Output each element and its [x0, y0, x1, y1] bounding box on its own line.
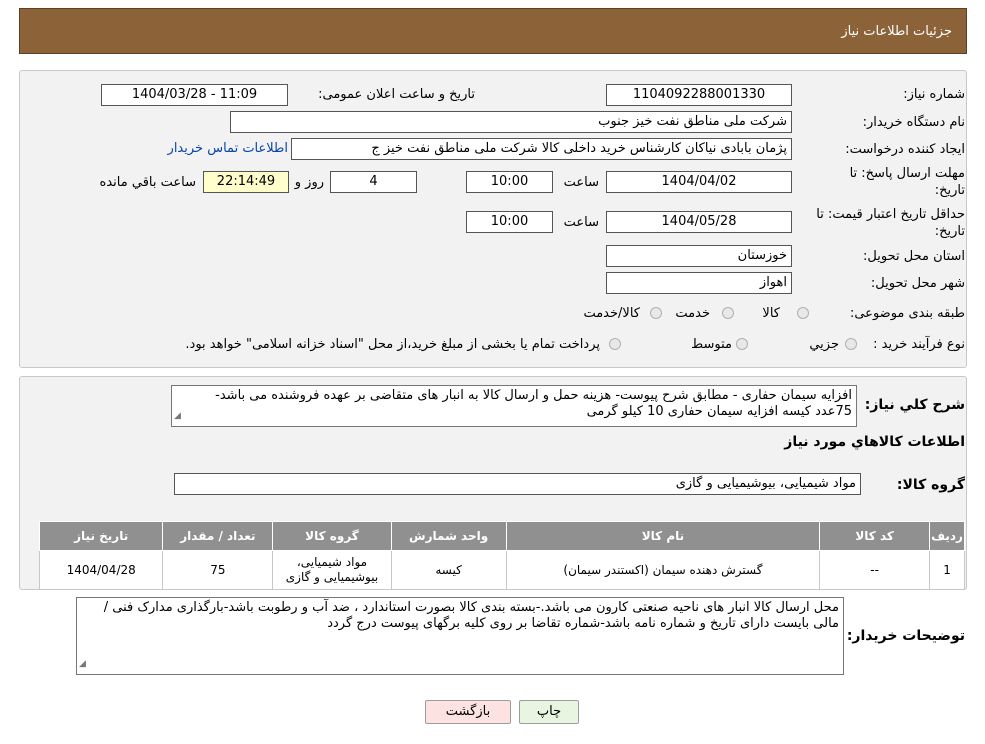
category-option-goods: کالا — [762, 306, 780, 321]
buyer-org-field: شرکت ملی مناطق نفت خیز جنوب — [230, 111, 792, 133]
resize-grip-icon[interactable]: ◢ — [174, 408, 181, 424]
cell-row-number: 1 — [929, 550, 965, 590]
col-header-item-code: کد کالا — [819, 521, 931, 551]
process-radio-minor[interactable] — [845, 338, 857, 350]
validity-date-field: 1404/05/28 — [606, 211, 792, 233]
category-radio-goods[interactable] — [797, 307, 809, 319]
category-radio-service[interactable] — [722, 307, 734, 319]
table-header-row: ردیف کد کالا نام کالا واحد شمارش گروه کا… — [38, 521, 965, 551]
province-field: خوزستان — [606, 245, 792, 267]
reply-time-field: 10:00 — [466, 171, 553, 193]
col-header-item-name: نام کالا — [505, 521, 821, 551]
process-option-medium: متوسط — [691, 337, 732, 352]
cell-need-date: 1404/04/28 — [38, 550, 164, 590]
process-option-minor: جزیي — [809, 337, 839, 352]
goods-group-label: گروه کالا: — [896, 477, 965, 493]
category-option-service: خدمت — [675, 306, 710, 321]
col-header-quantity: تعداد / مقدار — [162, 521, 274, 551]
creator-field: پژمان بابادی نیاکان کارشناس خرید داخلی ک… — [291, 138, 792, 160]
col-header-need-date: تاریخ نیاز — [38, 521, 164, 551]
announce-label: تاریخ و ساعت اعلان عمومی: — [318, 87, 475, 102]
cell-quantity: 75 — [162, 550, 274, 590]
col-header-unit: واحد شمارش — [390, 521, 507, 551]
table-row: 1 -- گسترش دهنده سیمان (اکستندر سیمان) ک… — [38, 550, 965, 590]
reply-date-field: 1404/04/02 — [606, 171, 792, 193]
need-number-label: شماره نیاز: — [903, 87, 965, 102]
validity-label: حداقل تاریخ اعتبار قیمت: تا — [816, 207, 965, 222]
days-label: روز و — [294, 175, 324, 190]
announce-datetime-field: 1404/03/28 - 11:09 — [101, 84, 288, 106]
category-radio-goods-service[interactable] — [650, 307, 662, 319]
buyer-notes-textarea: محل ارسال کالا انبار های ناحیه صنعتی کار… — [76, 597, 844, 675]
days-remaining-field: 4 — [330, 171, 417, 193]
need-number-field: 1104092288001330 — [606, 84, 792, 106]
validity-time-field: 10:00 — [466, 211, 553, 233]
goods-section-title: اطلاعات کالاهاي مورد نياز — [784, 434, 965, 450]
reply-deadline-label: مهلت ارسال پاسخ: تا — [849, 166, 965, 181]
validity-time-label: ساعت — [563, 215, 599, 230]
buyer-notes-text: محل ارسال کالا انبار های ناحیه صنعتی کار… — [103, 600, 839, 631]
goods-group-field: مواد شیمیایی، بیوشیمیایی و گازی — [174, 473, 861, 495]
creator-label: ایجاد کننده درخواست: — [845, 142, 965, 157]
category-label: طبقه بندی موضوعی: — [849, 306, 965, 321]
resize-grip-icon[interactable]: ◢ — [79, 656, 86, 672]
page-header: جزئیات اطلاعات نیاز — [19, 8, 967, 54]
process-radio-medium[interactable] — [736, 338, 748, 350]
category-option-goods-service: کالا/خدمت — [583, 306, 640, 321]
cell-item-group: مواد شیمیایی، بیوشیمیایی و گازی — [272, 550, 392, 590]
validity-label-2: تاریخ: — [934, 224, 965, 239]
print-button[interactable]: چاپ — [519, 700, 579, 724]
buyer-notes-label: توضیحات خریدار: — [846, 628, 965, 644]
description-textarea: افزایه سیمان حفاری - مطابق شرح پیوست- هز… — [171, 385, 857, 427]
reply-deadline-label-2: تاریخ: — [934, 183, 965, 198]
buyer-org-label: نام دستگاه خریدار: — [862, 115, 965, 130]
province-label: استان محل تحویل: — [863, 249, 965, 264]
buyer-contact-link[interactable]: اطلاعات تماس خریدار — [168, 141, 288, 156]
col-header-row-number: ردیف — [929, 521, 965, 551]
process-note: پرداخت تمام یا بخشی از مبلغ خرید،از محل … — [185, 337, 600, 352]
description-label: شرح کلي نياز: — [864, 397, 965, 413]
cell-unit: کیسه — [390, 550, 507, 590]
back-button[interactable]: بازگشت — [425, 700, 511, 724]
cell-item-name: گسترش دهنده سیمان (اکستندر سیمان) — [505, 550, 821, 590]
goods-table: ردیف کد کالا نام کالا واحد شمارش گروه کا… — [38, 521, 965, 590]
remaining-time-field: 22:14:49 — [203, 171, 289, 193]
page-title: جزئیات اطلاعات نیاز — [841, 24, 952, 39]
process-radio-treasury[interactable] — [609, 338, 621, 350]
reply-time-label: ساعت — [563, 175, 599, 190]
col-header-item-group: گروه کالا — [272, 521, 392, 551]
remaining-time-label: ساعت باقي مانده — [99, 175, 196, 190]
description-text: افزایه سیمان حفاری - مطابق شرح پیوست- هز… — [215, 388, 852, 419]
city-field: اهواز — [606, 272, 792, 294]
city-label: شهر محل تحویل: — [870, 276, 965, 291]
cell-item-code: -- — [819, 550, 931, 590]
process-label: نوع فرآیند خرید : — [873, 337, 965, 352]
